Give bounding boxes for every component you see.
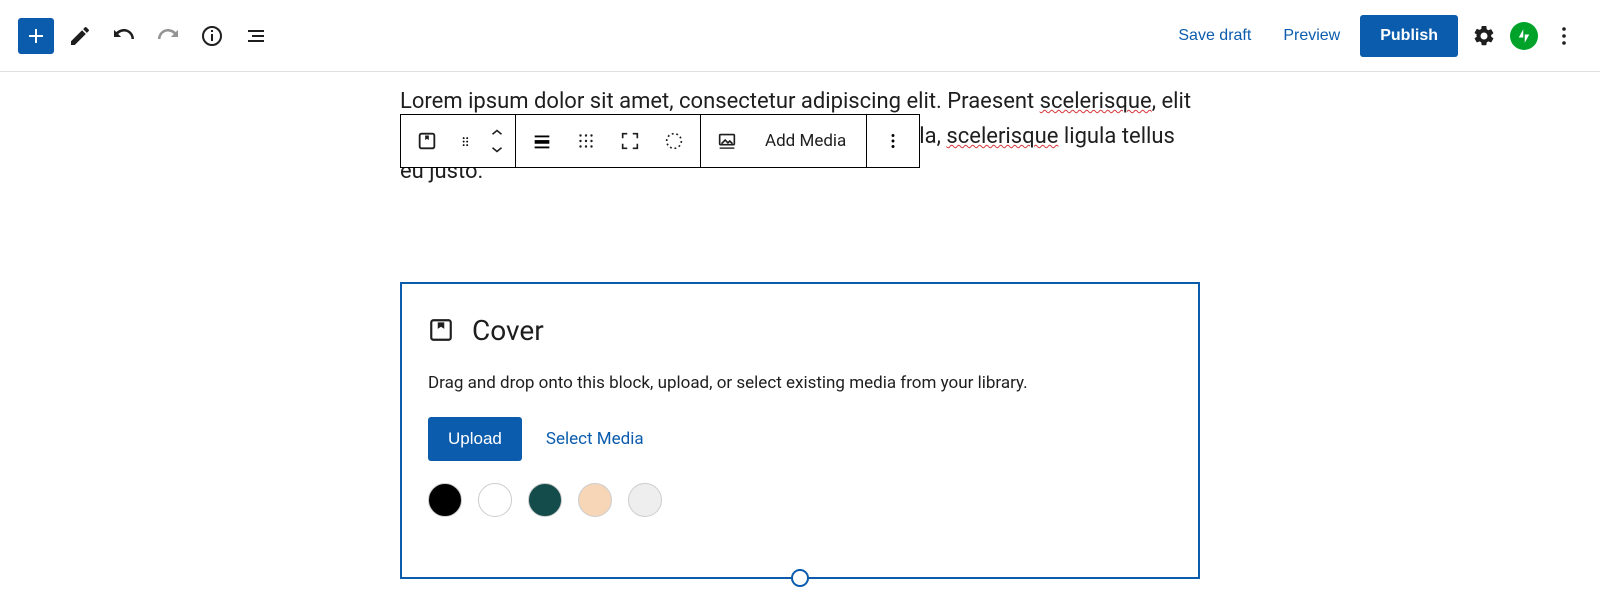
add-block-button[interactable] xyxy=(18,18,54,54)
resize-handle[interactable] xyxy=(791,569,809,587)
grid-dots-icon xyxy=(575,130,597,152)
jetpack-icon xyxy=(1515,27,1533,45)
save-draft-button[interactable]: Save draft xyxy=(1166,19,1263,53)
editor-canvas: Lorem ipsum dolor sit amet, consectetur … xyxy=(400,72,1200,579)
top-right-group: Save draft Preview Publish xyxy=(1166,15,1582,57)
cover-actions: Upload Select Media xyxy=(428,417,1172,461)
cover-title: Cover xyxy=(472,314,544,347)
move-up-button[interactable] xyxy=(485,123,509,141)
toolbar-group-media: Add Media xyxy=(701,115,867,167)
cover-description: Drag and drop onto this block, upload, o… xyxy=(428,373,1172,393)
toolbar-group-block xyxy=(401,115,516,167)
gear-icon xyxy=(1472,24,1496,48)
move-down-button[interactable] xyxy=(485,141,509,159)
cover-block[interactable]: Cover Drag and drop onto this block, upl… xyxy=(400,282,1200,579)
block-toolbar: Add Media xyxy=(400,114,920,168)
color-swatch-teal[interactable] xyxy=(528,483,562,517)
jetpack-button[interactable] xyxy=(1510,22,1538,50)
undo-button[interactable] xyxy=(106,18,142,54)
full-height-button[interactable] xyxy=(610,121,650,161)
edit-button[interactable] xyxy=(62,18,98,54)
kebab-icon xyxy=(882,130,904,152)
redo-icon xyxy=(156,24,180,48)
color-swatch-white[interactable] xyxy=(478,483,512,517)
color-swatch-grey[interactable] xyxy=(628,483,662,517)
publish-button[interactable]: Publish xyxy=(1360,15,1458,57)
info-button[interactable] xyxy=(194,18,230,54)
text-segment: Lorem ipsum dolor sit amet, consectetur … xyxy=(400,89,1040,114)
align-button[interactable] xyxy=(522,121,562,161)
cover-icon xyxy=(416,130,438,152)
settings-button[interactable] xyxy=(1466,18,1502,54)
more-menu-button[interactable] xyxy=(1546,18,1582,54)
content-position-button[interactable] xyxy=(566,121,606,161)
cover-header: Cover xyxy=(428,314,1172,347)
drag-handle[interactable] xyxy=(451,121,481,161)
top-toolbar: Save draft Preview Publish xyxy=(0,0,1600,72)
info-icon xyxy=(200,24,224,48)
redo-button[interactable] xyxy=(150,18,186,54)
dotted-circle-icon xyxy=(663,130,685,152)
toolbar-group-more xyxy=(867,115,919,167)
toolbar-group-align xyxy=(516,115,701,167)
upload-button[interactable]: Upload xyxy=(428,417,522,461)
block-more-button[interactable] xyxy=(873,121,913,161)
duotone-button[interactable] xyxy=(654,121,694,161)
media-icon-button[interactable] xyxy=(707,121,747,161)
drag-icon xyxy=(459,130,473,152)
cover-icon xyxy=(428,317,454,343)
move-arrows xyxy=(485,123,509,159)
chevron-up-icon xyxy=(491,127,503,137)
outline-button[interactable] xyxy=(238,18,274,54)
color-swatches xyxy=(428,483,1172,517)
select-media-link[interactable]: Select Media xyxy=(546,429,644,449)
spelling-error: scelerisque xyxy=(1040,89,1152,114)
chevron-down-icon xyxy=(491,145,503,155)
align-none-icon xyxy=(531,130,553,152)
color-swatch-peach[interactable] xyxy=(578,483,612,517)
list-icon xyxy=(244,24,268,48)
spelling-error: scelerisque xyxy=(946,124,1058,149)
image-icon xyxy=(716,130,738,152)
color-swatch-black[interactable] xyxy=(428,483,462,517)
fullscreen-icon xyxy=(619,130,641,152)
pencil-icon xyxy=(68,24,92,48)
add-media-label[interactable]: Add Media xyxy=(751,131,860,151)
preview-button[interactable]: Preview xyxy=(1271,19,1352,53)
block-type-button[interactable] xyxy=(407,121,447,161)
kebab-icon xyxy=(1552,24,1576,48)
undo-icon xyxy=(112,24,136,48)
plus-icon xyxy=(24,24,48,48)
top-left-group xyxy=(18,18,274,54)
